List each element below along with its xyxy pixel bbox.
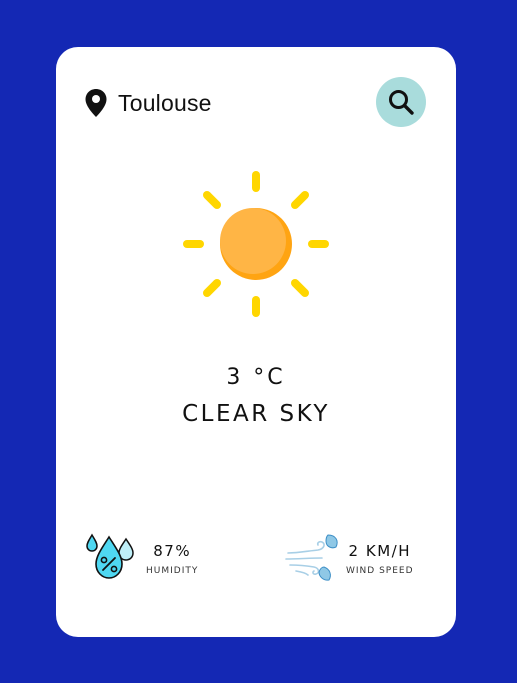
temperature: 3 °C (226, 365, 286, 390)
city-name: Toulouse (118, 89, 212, 116)
map-pin-icon (85, 89, 107, 117)
wind-speed-value: 2 KM/H (348, 542, 411, 560)
search-button[interactable] (376, 77, 426, 127)
wind-leaves-icon (285, 534, 338, 581)
humidity-drops-icon (86, 533, 134, 579)
location: Toulouse (84, 87, 212, 119)
weather-card: Toulouse 3 °C CLEAR SKY 87% HUMIDITY 2 K… (56, 47, 456, 637)
humidity-stat: 87% HUMIDITY (84, 531, 198, 587)
humidity-label: HUMIDITY (146, 566, 199, 576)
wind-stat: 2 KM/H WIND SPEED (284, 531, 414, 587)
weather-condition: CLEAR SKY (182, 401, 330, 427)
wind-speed-label: WIND SPEED (346, 566, 414, 576)
humidity-value: 87% (153, 542, 192, 560)
sun-icon (183, 171, 329, 317)
search-icon (389, 90, 414, 115)
